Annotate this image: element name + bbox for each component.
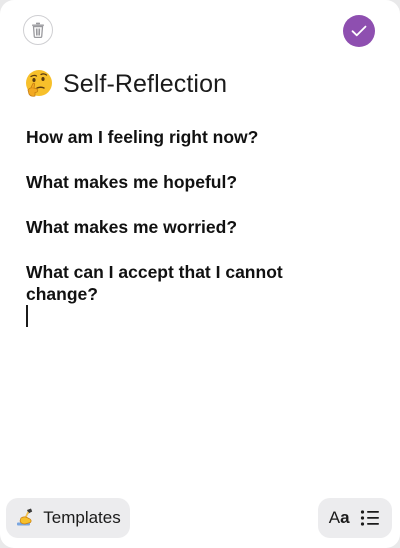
top-toolbar bbox=[0, 0, 400, 64]
note-body[interactable]: How am I feeling right now? What makes m… bbox=[26, 126, 326, 328]
text-format-small: a bbox=[340, 508, 350, 527]
question-2[interactable]: What makes me hopeful? bbox=[26, 171, 326, 193]
bullet-list-icon bbox=[361, 510, 380, 526]
format-toolbar: Aa bbox=[318, 498, 392, 538]
note-title-row[interactable]: Self-Reflection bbox=[23, 66, 227, 102]
templates-button[interactable]: Templates bbox=[6, 498, 130, 538]
text-cursor bbox=[26, 305, 28, 327]
note-editor: Self-Reflection How am I feeling right n… bbox=[0, 0, 400, 548]
delete-button[interactable] bbox=[23, 15, 53, 45]
writing-hand-emoji bbox=[17, 508, 33, 526]
question-4[interactable]: What can I accept that I cannot change? bbox=[26, 261, 326, 305]
bullet-list-button[interactable] bbox=[359, 507, 381, 529]
text-format-big: A bbox=[328, 508, 341, 527]
question-1[interactable]: How am I feeling right now? bbox=[26, 126, 326, 148]
checkmark-icon bbox=[351, 25, 367, 37]
note-title[interactable]: Self-Reflection bbox=[63, 70, 227, 99]
trash-icon bbox=[32, 22, 44, 38]
text-format-button[interactable]: Aa bbox=[329, 506, 350, 530]
done-button[interactable] bbox=[343, 15, 375, 47]
question-3[interactable]: What makes me worried? bbox=[26, 216, 326, 238]
templates-label: Templates bbox=[43, 508, 121, 527]
thinking-face-emoji bbox=[26, 70, 52, 97]
